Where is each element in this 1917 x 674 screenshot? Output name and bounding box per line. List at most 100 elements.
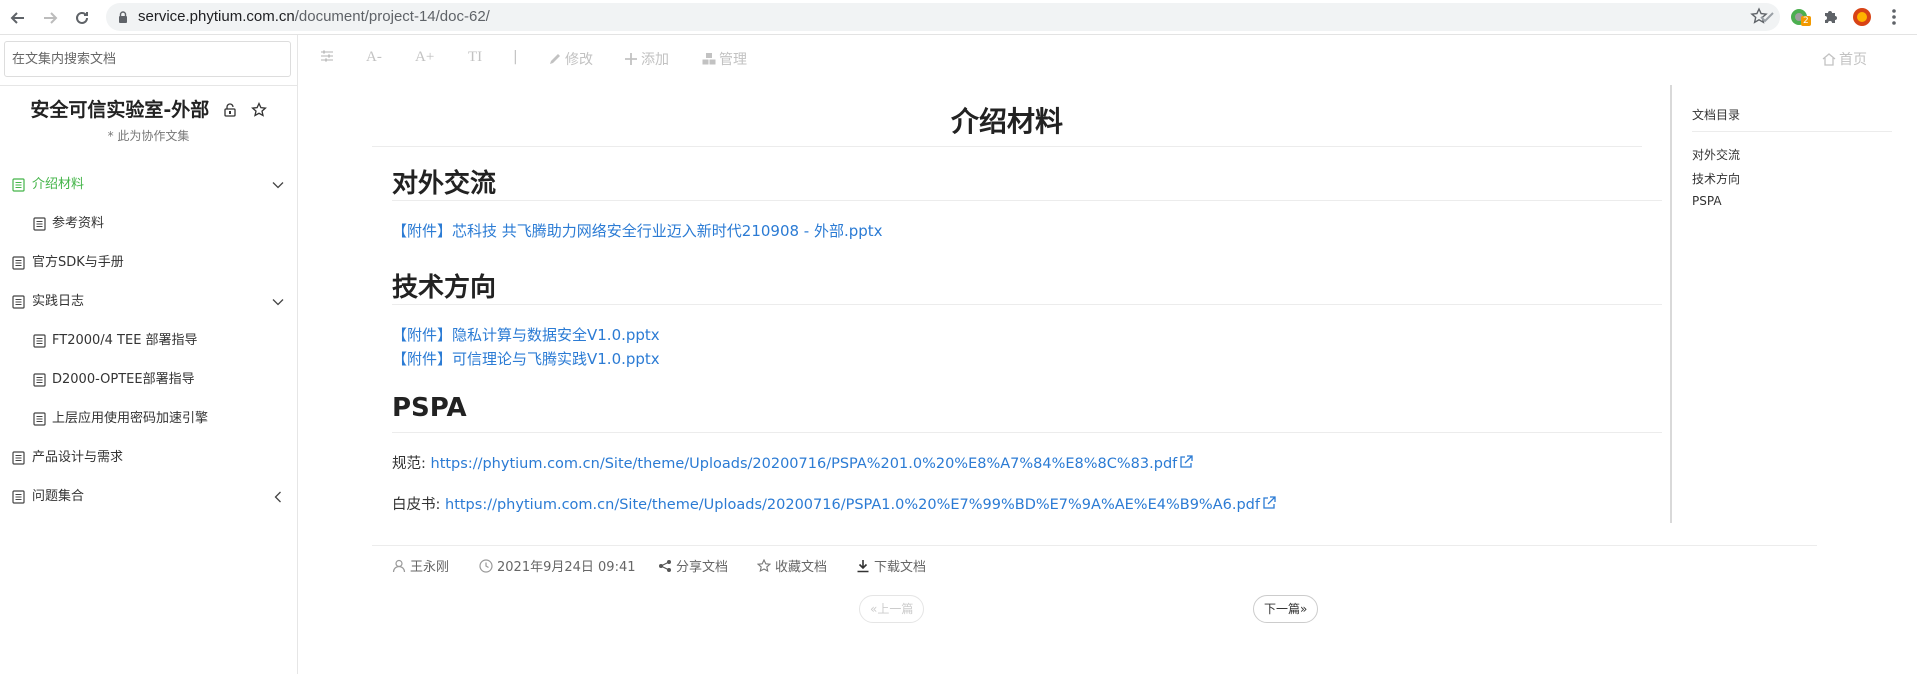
sliders-icon	[321, 50, 333, 62]
arrow-right-icon	[44, 12, 58, 24]
document-icon	[33, 334, 46, 348]
project-title: 安全可信实验室-外部	[0, 95, 297, 122]
search-input[interactable]	[4, 41, 291, 77]
sidebar-item[interactable]: 实践日志	[0, 282, 297, 321]
document-icon	[33, 412, 46, 426]
chevron-down-icon[interactable]	[271, 295, 285, 309]
home-icon	[1822, 53, 1836, 66]
star-icon[interactable]	[250, 102, 267, 118]
extension-badge-icon[interactable]: 2	[1789, 7, 1811, 27]
toolbar-divider: |	[513, 49, 518, 65]
spec-label: 规范:	[392, 456, 431, 472]
download-icon	[857, 560, 869, 573]
attachment-link[interactable]: 【附件】可信理论与飞腾实践V1.0.pptx	[392, 348, 660, 369]
sidebar-item[interactable]: 问题集合	[0, 477, 297, 516]
toc-divider	[1670, 85, 1672, 523]
home-button[interactable]: 首页	[1822, 49, 1867, 69]
document-icon	[12, 490, 25, 504]
share-button[interactable]: 分享文档	[658, 556, 728, 575]
check-extension-icon[interactable]	[1757, 7, 1777, 27]
collect-button[interactable]: 收藏文档	[756, 556, 828, 575]
sidebar-item[interactable]: FT2000/4 TEE 部署指导	[0, 321, 297, 360]
toc-item[interactable]: 技术方向	[1692, 170, 1740, 187]
sidebar-item-label: 问题集合	[32, 489, 85, 504]
section-divider	[392, 304, 1662, 305]
prev-label: 上一篇	[877, 602, 914, 616]
document-tree: 介绍材料参考资料官方SDK与手册 实践日志 FT2000/4 TEE 部署指导 D20…	[0, 165, 297, 516]
section-heading: 对外交流	[392, 169, 497, 199]
section-heading: PSPA	[392, 393, 467, 423]
add-button[interactable]: 添加	[624, 49, 669, 69]
puzzle-extensions-icon[interactable]	[1821, 7, 1841, 27]
reload-button[interactable]	[70, 6, 94, 30]
manage-button[interactable]: 管理	[702, 49, 747, 69]
external-link-icon	[1180, 455, 1193, 468]
sidebar-item[interactable]: 官方SDK与手册	[0, 243, 297, 282]
sidebar-item[interactable]: 产品设计与需求	[0, 438, 297, 477]
update-time: 2021年9月24日 09:41	[479, 556, 636, 575]
attachment-link[interactable]: 【附件】芯科技 共飞腾助力网络安全行业迈入新时代210908 - 外部.pptx	[392, 220, 883, 241]
profile-avatar-icon[interactable]	[1852, 7, 1872, 27]
sidebar-item-label: 上层应用使用密码加速引擎	[52, 411, 209, 426]
document-icon	[33, 373, 46, 387]
sidebar-item-label: 实践日志	[32, 294, 85, 309]
share-label: 分享文档	[676, 560, 729, 575]
kebab-menu-icon[interactable]	[1884, 7, 1904, 27]
section-heading: 技术方向	[392, 273, 497, 303]
toc-item[interactable]: PSPA	[1692, 194, 1722, 208]
sidebar-item-label: 官方SDK与手册	[32, 255, 124, 270]
toc-heading-divider	[1692, 131, 1892, 132]
download-button[interactable]: 下载文档	[856, 556, 926, 575]
whitepaper-link[interactable]: https://phytium.com.cn/Site/theme/Upload…	[445, 497, 1260, 513]
pencil-icon	[550, 54, 560, 64]
sidebar-item-label: 参考资料	[52, 216, 105, 231]
clock-icon	[479, 559, 493, 573]
sidebar-item[interactable]: D2000-OPTEE部署指导	[0, 360, 297, 399]
doc-toolbar: A- A+ TI | 修改 添加 管理 首页	[298, 35, 1917, 83]
settings-sliders-button[interactable]	[320, 49, 337, 65]
user-icon	[392, 559, 406, 573]
sidebar-divider	[0, 85, 297, 86]
next-doc-button[interactable]: 下一篇»	[1253, 595, 1319, 623]
attachment-link[interactable]: 【附件】隐私计算与数据安全V1.0.pptx	[392, 324, 660, 345]
double-chevron-right-icon: »	[1300, 602, 1308, 616]
project-subtitle: * 此为协作文集	[107, 129, 190, 143]
sidebar-item[interactable]: 参考资料	[0, 204, 297, 243]
font-increase-button[interactable]: A+	[415, 49, 434, 66]
chevron-down-icon[interactable]	[271, 178, 285, 192]
sidebar-item[interactable]: 介绍材料	[0, 165, 297, 204]
prev-doc-button[interactable]: «上一篇	[859, 595, 925, 623]
external-link-icon	[1263, 496, 1276, 509]
home-label: 首页	[1839, 52, 1867, 68]
document-icon	[12, 451, 25, 465]
unlock-icon	[224, 103, 236, 117]
address-bar[interactable]: service.phytium.com.cn/document/project-…	[106, 3, 1780, 31]
back-button[interactable]	[6, 6, 30, 30]
sidebar-item-label: 产品设计与需求	[32, 450, 124, 465]
spec-link[interactable]: https://phytium.com.cn/Site/theme/Upload…	[431, 456, 1178, 472]
toc-item[interactable]: 对外交流	[1692, 146, 1740, 163]
footer-divider	[372, 545, 1817, 546]
document-icon	[12, 178, 25, 192]
edit-button[interactable]: 修改	[548, 49, 593, 69]
title-divider	[372, 146, 1642, 147]
document-icon	[12, 295, 25, 309]
arrow-left-icon	[10, 12, 24, 24]
star-outline-icon	[756, 558, 772, 573]
sidebar-item-label: FT2000/4 TEE 部署指导	[52, 333, 198, 348]
extension-badge-count: 2	[1801, 16, 1811, 26]
plus-icon	[625, 53, 637, 65]
font-decrease-button[interactable]: A-	[366, 49, 382, 66]
collect-label: 收藏文档	[775, 560, 828, 575]
sidebar-item-label: 介绍材料	[32, 177, 85, 192]
font-type-button[interactable]: TI	[468, 49, 482, 66]
share-icon	[659, 560, 671, 572]
forward-button[interactable]	[38, 6, 62, 30]
sidebar: 安全可信实验室-外部 * 此为协作文集 介绍材料参考资料官方SDK与手册实践日志…	[0, 35, 298, 674]
add-label: 添加	[641, 52, 669, 68]
reload-icon	[76, 11, 88, 24]
section-divider	[392, 432, 1662, 433]
sidebar-item[interactable]: 上层应用使用密码加速引擎	[0, 399, 297, 438]
sidebar-item-label: D2000-OPTEE部署指导	[52, 372, 195, 387]
chevron-left-icon[interactable]	[271, 490, 285, 504]
